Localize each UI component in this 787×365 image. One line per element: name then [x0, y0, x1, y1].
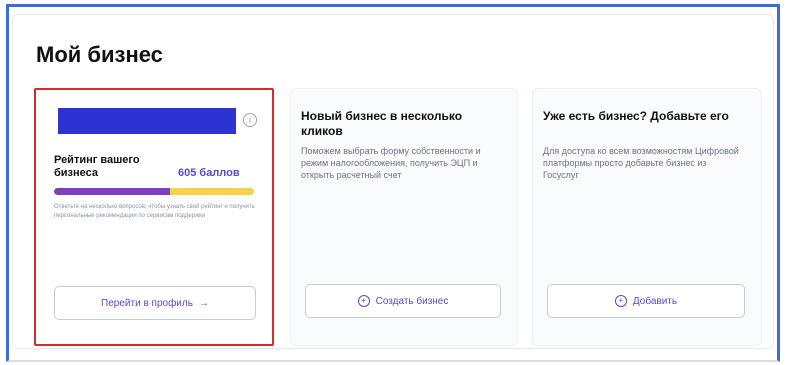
go-to-profile-label: Перейти в профиль — [101, 297, 193, 309]
create-business-button[interactable]: + Создать бизнес — [305, 284, 501, 318]
new-business-description: Поможем выбрать форму собственности и ре… — [301, 146, 481, 180]
add-business-button[interactable]: + Добавить — [547, 284, 745, 318]
plus-circle-icon: + — [357, 295, 370, 307]
page-title: Мой бизнес — [36, 42, 163, 67]
add-business-label: Добавить — [632, 295, 678, 307]
plus-circle-icon: + — [614, 295, 627, 307]
go-to-profile-button[interactable]: Перейти в профиль → — [54, 286, 256, 320]
rating-label: Рейтинг вашего бизнеса — [54, 154, 140, 179]
create-business-label: Создать бизнес — [375, 295, 449, 307]
rating-note: Ответьте на несколько вопросов, чтобы уз… — [54, 204, 255, 219]
rating-card: i Рейтинг вашего бизнеса 605 баллов Отве… — [34, 88, 274, 346]
new-business-card: Новый бизнес в несколько кликов Поможем … — [290, 88, 518, 346]
arrow-right-icon: → — [198, 297, 209, 309]
new-business-title: Новый бизнес в несколько кликов — [301, 109, 463, 138]
existing-business-card: Уже есть бизнес? Добавьте его Для доступ… — [532, 88, 762, 346]
business-name-bar — [58, 108, 236, 134]
info-icon[interactable]: i — [243, 113, 257, 127]
existing-business-description: Для доступа ко всем возможностям Цифрово… — [543, 146, 739, 180]
rating-progress-fill — [54, 188, 170, 195]
rating-progress-bar — [54, 188, 254, 195]
rating-score: 605 баллов — [178, 167, 240, 179]
existing-business-title: Уже есть бизнес? Добавьте его — [543, 109, 729, 123]
